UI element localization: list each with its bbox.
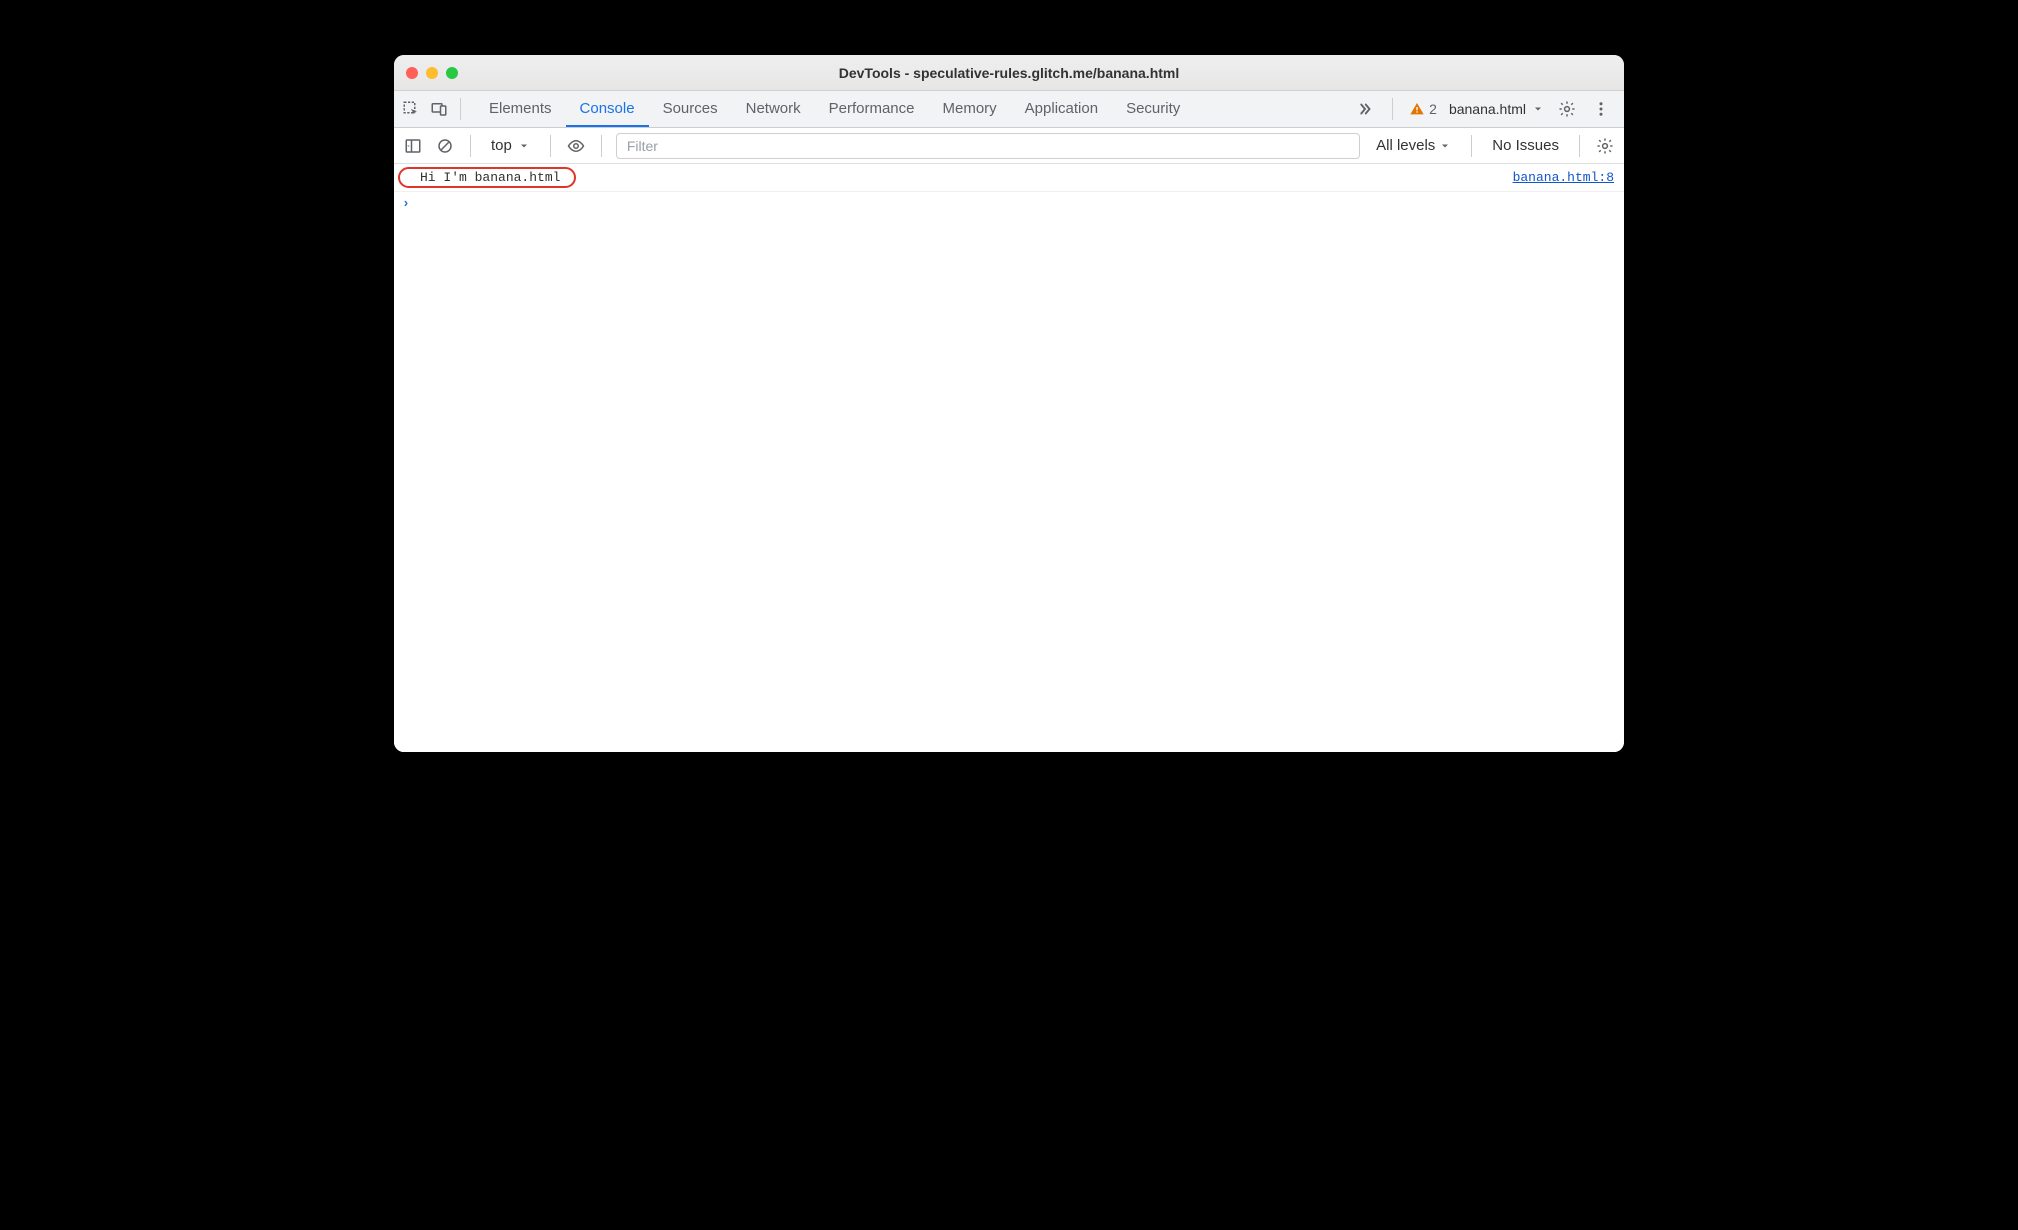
console-prompt[interactable]: › (394, 192, 1624, 215)
issues-counter[interactable]: No Issues (1486, 137, 1565, 154)
console-sidebar-toggle-icon[interactable] (402, 135, 424, 157)
kebab-menu-icon[interactable] (1590, 98, 1612, 120)
divider (1392, 98, 1393, 120)
target-selector-label: banana.html (1449, 101, 1526, 117)
log-level-selector[interactable]: All levels (1370, 137, 1457, 154)
divider (470, 135, 471, 157)
warnings-count-value: 2 (1429, 101, 1437, 117)
divider (550, 135, 551, 157)
zoom-window-button[interactable] (446, 67, 458, 79)
console-toolbar: top All levels No Issues (394, 128, 1624, 164)
tab-memory[interactable]: Memory (929, 91, 1011, 127)
divider (460, 98, 461, 120)
execution-context-selector[interactable]: top (485, 137, 536, 154)
devtools-window: DevTools - speculative-rules.glitch.me/b… (394, 55, 1624, 752)
tab-console[interactable]: Console (566, 91, 649, 127)
tab-security[interactable]: Security (1112, 91, 1194, 127)
minimize-window-button[interactable] (426, 67, 438, 79)
live-expression-eye-icon[interactable] (565, 135, 587, 157)
panel-tabs: Elements Console Sources Network Perform… (475, 91, 1194, 127)
settings-gear-icon[interactable] (1556, 98, 1578, 120)
more-tabs-icon[interactable] (1354, 98, 1376, 120)
execution-context-label: top (491, 137, 512, 154)
titlebar: DevTools - speculative-rules.glitch.me/b… (394, 55, 1624, 91)
warnings-count[interactable]: 2 (1409, 101, 1437, 117)
traffic-lights (406, 67, 458, 79)
tab-sources[interactable]: Sources (649, 91, 732, 127)
tab-performance[interactable]: Performance (815, 91, 929, 127)
clear-console-icon[interactable] (434, 135, 456, 157)
console-log-row[interactable]: Hi I'm banana.html banana.html:8 (394, 164, 1624, 192)
console-log-source-link[interactable]: banana.html:8 (1513, 170, 1614, 185)
console-settings-gear-icon[interactable] (1594, 135, 1616, 157)
chevron-right-icon: › (402, 196, 410, 211)
tab-network[interactable]: Network (732, 91, 815, 127)
target-selector[interactable]: banana.html (1449, 101, 1544, 117)
log-level-label: All levels (1376, 137, 1435, 154)
console-log-message: Hi I'm banana.html (420, 170, 560, 185)
tab-elements[interactable]: Elements (475, 91, 566, 127)
tab-application[interactable]: Application (1011, 91, 1112, 127)
inspect-element-icon[interactable] (400, 98, 422, 120)
console-filter-input[interactable] (616, 133, 1360, 159)
divider (601, 135, 602, 157)
divider (1579, 135, 1580, 157)
device-toolbar-icon[interactable] (428, 98, 450, 120)
devtools-tabstrip: Elements Console Sources Network Perform… (394, 91, 1624, 128)
divider (1471, 135, 1472, 157)
console-output: Hi I'm banana.html banana.html:8 › (394, 164, 1624, 752)
annotation-highlight: Hi I'm banana.html (398, 167, 576, 188)
window-title: DevTools - speculative-rules.glitch.me/b… (394, 65, 1624, 81)
close-window-button[interactable] (406, 67, 418, 79)
